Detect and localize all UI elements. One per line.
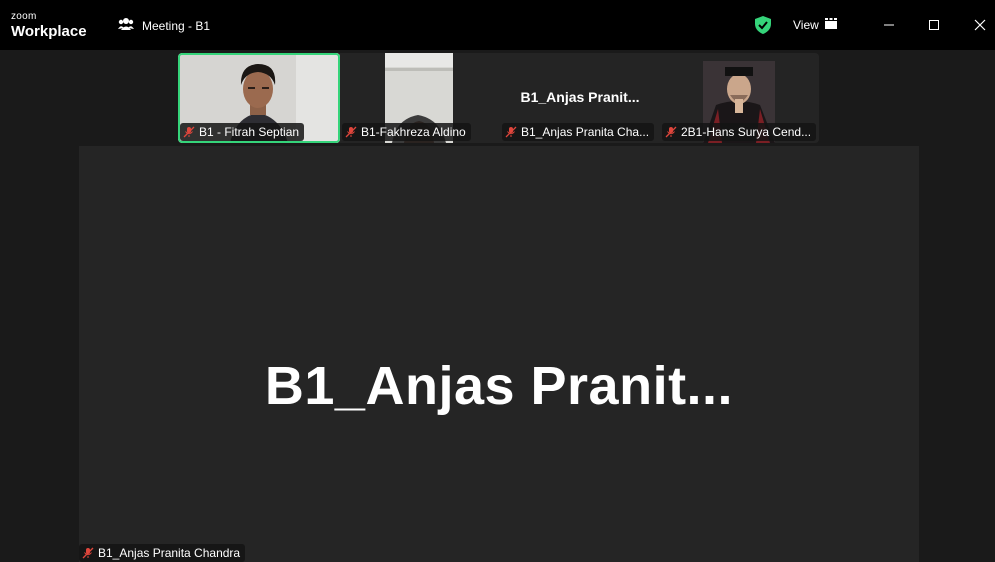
participant-tile[interactable]: B1-Fakhreza Aldino: [340, 53, 500, 143]
maximize-button[interactable]: [925, 16, 943, 34]
meeting-title: Meeting - B1: [142, 18, 211, 33]
logo-top-text: zoom: [11, 11, 37, 22]
grid-view-icon: [824, 18, 837, 32]
participant-nametag: 2B1-Hans Surya Cend...: [662, 123, 817, 141]
participant-name: B1 - Fitrah Septian: [199, 125, 300, 139]
maximize-icon: [929, 20, 939, 30]
gallery-strip: B1 - Fitrah Septian B1-Fakhreza Aldino B…: [178, 53, 819, 143]
participant-name: B1_Anjas Pranita Cha...: [521, 125, 650, 139]
view-button[interactable]: View: [793, 18, 837, 32]
close-icon: [974, 19, 986, 31]
zoom-workplace-logo: zoom Workplace: [11, 11, 87, 40]
participant-name: B1-Fakhreza Aldino: [361, 125, 466, 139]
participant-tile[interactable]: 2B1-Hans Surya Cend...: [660, 53, 819, 143]
participant-nametag: B1-Fakhreza Aldino: [342, 123, 471, 141]
participants-icon: [118, 17, 134, 34]
participant-nametag: B1 - Fitrah Septian: [180, 123, 305, 141]
speaker-nametag: B1_Anjas Pranita Chandra: [79, 544, 246, 562]
mic-muted-icon: [665, 126, 677, 138]
participant-tile[interactable]: B1_Anjas Pranit... B1_Anjas Pranita Cha.…: [500, 53, 660, 143]
view-label: View: [793, 18, 819, 32]
minimize-button[interactable]: [880, 16, 898, 34]
participant-name: 2B1-Hans Surya Cend...: [681, 125, 812, 139]
speaker-name: B1_Anjas Pranita Chandra: [98, 546, 241, 560]
title-bar: zoom Workplace Meeting - B1 View: [0, 0, 995, 50]
participant-display-name: B1_Anjas Pranit...: [520, 89, 640, 105]
meeting-info[interactable]: Meeting - B1: [118, 17, 210, 34]
speaker-display-name: B1_Anjas Pranit...: [264, 356, 734, 416]
security-shield-icon[interactable]: [754, 15, 772, 40]
active-speaker-view[interactable]: B1_Anjas Pranit... B1_Anjas Pranita Chan…: [79, 146, 919, 562]
close-button[interactable]: [971, 16, 989, 34]
mic-muted-icon: [82, 547, 94, 559]
mic-muted-icon: [505, 126, 517, 138]
participant-tile[interactable]: B1 - Fitrah Septian: [178, 53, 340, 143]
mic-muted-icon: [345, 126, 357, 138]
logo-bottom-text: Workplace: [11, 23, 87, 40]
mic-muted-icon: [183, 126, 195, 138]
participant-nametag: B1_Anjas Pranita Cha...: [502, 123, 655, 141]
minimize-icon: [884, 24, 894, 26]
